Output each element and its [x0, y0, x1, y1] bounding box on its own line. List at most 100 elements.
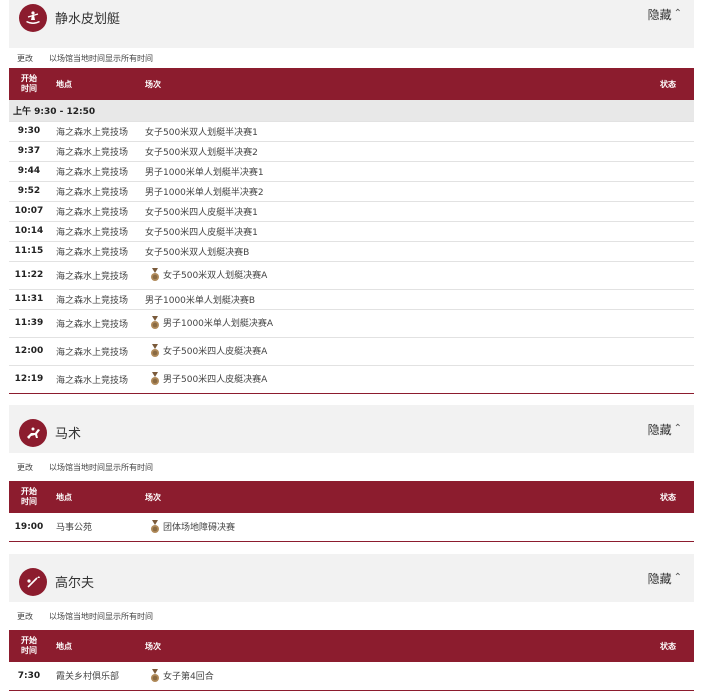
equestrian-icon — [19, 419, 47, 447]
row-venue: 海之森水上竞技场 — [49, 337, 145, 366]
row-time: 11:39 — [9, 309, 49, 338]
timezone-note: 以场馆当地时间显示所有时间 — [49, 611, 153, 621]
row-event: 女子500米四人皮艇半决赛1 — [145, 221, 644, 242]
row-event: 女子500米四人皮艇半决赛1 — [145, 201, 644, 222]
schedule-table: 开始 时间 地点 场次 状态 上午 9:30 - 12:50 9:30 海之森水上竞… — [9, 68, 694, 394]
sport-header: 静水皮划艇 隐藏 ⌃ — [9, 0, 694, 48]
chevron-up-icon: ⌃ — [673, 572, 682, 583]
table-row: 9:37 海之森水上竞技场 女子500米双人划艇半决赛2 — [9, 141, 694, 162]
table-row: 9:44 海之森水上竞技场 男子1000米单人划艇半决赛1 — [9, 161, 694, 182]
chevron-up-icon: ⌃ — [673, 423, 682, 434]
sport-title: 高尔夫 — [55, 576, 95, 591]
section-canoe-sprint: 静水皮划艇 隐藏 ⌃ 更改 以场馆当地时间显示所有时间 开始 时间 地点 场次 状… — [9, 0, 694, 394]
col-time: 开始 时间 — [21, 487, 37, 506]
row-event: 男子500米四人皮艇决赛A — [145, 365, 644, 394]
event-name: 男子1000米单人划艇决赛B — [145, 295, 256, 306]
row-status — [644, 289, 694, 310]
sport-title: 马术 — [55, 427, 82, 442]
medal-icon — [149, 268, 161, 282]
hide-label: 隐藏 — [647, 572, 672, 586]
hide-toggle-button[interactable]: 隐藏 ⌃ — [648, 6, 682, 23]
row-status — [644, 141, 694, 162]
row-time: 9:30 — [9, 121, 49, 142]
canoe-sprint-icon — [19, 4, 47, 32]
table-row: 10:14 海之森水上竞技场 女子500米四人皮艇半决赛1 — [9, 221, 694, 242]
event-name: 女子500米四人皮艇半决赛1 — [145, 207, 258, 218]
col-time: 开始 时间 — [21, 74, 37, 93]
table-row: 11:31 海之森水上竞技场 男子1000米单人划艇决赛B — [9, 289, 694, 310]
table-row: 11:15 海之森水上竞技场 女子500米双人划艇决赛B — [9, 241, 694, 262]
sport-header: 高尔夫 隐藏 ⌃ — [9, 554, 694, 602]
timezone-note: 以场馆当地时间显示所有时间 — [49, 462, 153, 472]
table-header: 开始 时间 地点 场次 状态 — [9, 630, 694, 662]
hide-toggle-button[interactable]: 隐藏 ⌃ — [648, 570, 682, 587]
hide-toggle-button[interactable]: 隐藏 ⌃ — [648, 421, 682, 438]
row-status — [644, 201, 694, 222]
table-header: 开始 时间 地点 场次 状态 — [9, 481, 694, 513]
timezone-row: 更改 以场馆当地时间显示所有时间 — [9, 453, 694, 481]
col-event: 场次 — [145, 79, 161, 89]
session-label: 上午 9:30 - 12:50 — [9, 100, 694, 122]
row-status — [644, 181, 694, 202]
row-time: 7:30 — [9, 662, 49, 691]
row-time: 10:14 — [9, 221, 49, 242]
session-row: 上午 9:30 - 12:50 — [9, 100, 694, 122]
medal-icon — [149, 316, 161, 330]
col-event: 场次 — [145, 641, 161, 651]
row-event: 男子1000米单人划艇决赛A — [145, 309, 644, 338]
col-venue: 地点 — [56, 79, 72, 89]
table-row: 10:07 海之森水上竞技场 女子500米四人皮艇半决赛1 — [9, 201, 694, 222]
row-time: 11:15 — [9, 241, 49, 262]
row-venue: 海之森水上竞技场 — [49, 161, 145, 182]
table-row: 12:00 海之森水上竞技场 女子500米四人皮艇决赛A — [9, 337, 694, 366]
row-event: 女子500米双人划艇半决赛1 — [145, 121, 644, 142]
event-name: 男子1000米单人划艇半决赛1 — [145, 167, 264, 178]
row-venue: 海之森水上竞技场 — [49, 221, 145, 242]
row-time: 19:00 — [9, 513, 49, 542]
hide-label: 隐藏 — [647, 423, 672, 437]
row-venue: 海之森水上竞技场 — [49, 181, 145, 202]
row-venue: 海之森水上竞技场 — [49, 309, 145, 338]
row-status — [644, 241, 694, 262]
row-status — [644, 662, 694, 691]
medal-icon — [149, 344, 161, 358]
row-time: 9:44 — [9, 161, 49, 182]
timezone-row: 更改 以场馆当地时间显示所有时间 — [9, 48, 694, 68]
row-status — [644, 161, 694, 182]
event-name: 团体场地障碍决赛 — [163, 522, 236, 533]
row-status — [644, 513, 694, 542]
change-timezone-link[interactable]: 更改 — [17, 53, 33, 64]
row-status — [644, 337, 694, 366]
col-status: 状态 — [660, 641, 676, 651]
event-name: 女子第4回合 — [163, 671, 214, 682]
section-golf: 高尔夫 隐藏 ⌃ 更改 以场馆当地时间显示所有时间 开始 时间 地点 场次 状态 … — [9, 554, 694, 691]
row-event: 女子第4回合 — [145, 662, 644, 691]
table-row: 9:52 海之森水上竞技场 男子1000米单人划艇半决赛2 — [9, 181, 694, 202]
col-event: 场次 — [145, 492, 161, 502]
schedule-table: 开始 时间 地点 场次 状态 19:00 马事公苑 团体场地障碍决赛 — [9, 481, 694, 542]
col-status: 状态 — [660, 492, 676, 502]
medal-icon — [149, 669, 161, 683]
change-timezone-link[interactable]: 更改 — [17, 611, 33, 622]
row-time: 11:22 — [9, 261, 49, 290]
row-venue: 海之森水上竞技场 — [49, 121, 145, 142]
table-row: 12:19 海之森水上竞技场 男子500米四人皮艇决赛A — [9, 365, 694, 394]
section-equestrian: 马术 隐藏 ⌃ 更改 以场馆当地时间显示所有时间 开始 时间 地点 场次 状态 1… — [9, 405, 694, 542]
hide-label: 隐藏 — [647, 8, 672, 22]
event-name: 男子1000米单人划艇半决赛2 — [145, 187, 264, 198]
row-venue: 海之森水上竞技场 — [49, 261, 145, 290]
row-time: 10:07 — [9, 201, 49, 222]
row-time: 12:19 — [9, 365, 49, 394]
row-event: 女子500米双人划艇决赛B — [145, 241, 644, 262]
change-timezone-link[interactable]: 更改 — [17, 462, 33, 473]
event-name: 男子500米四人皮艇决赛A — [163, 374, 268, 385]
table-row: 11:39 海之森水上竞技场 男子1000米单人划艇决赛A — [9, 309, 694, 338]
col-venue: 地点 — [56, 492, 72, 502]
table-header: 开始 时间 地点 场次 状态 — [9, 68, 694, 100]
schedule-table: 开始 时间 地点 场次 状态 7:30 霞关乡村俱乐部 女子第4回合 — [9, 630, 694, 691]
golf-icon — [19, 568, 47, 596]
event-name: 女子500米双人划艇半决赛1 — [145, 127, 258, 138]
row-event: 女子500米四人皮艇决赛A — [145, 337, 644, 366]
row-time: 11:31 — [9, 289, 49, 310]
row-status — [644, 121, 694, 142]
